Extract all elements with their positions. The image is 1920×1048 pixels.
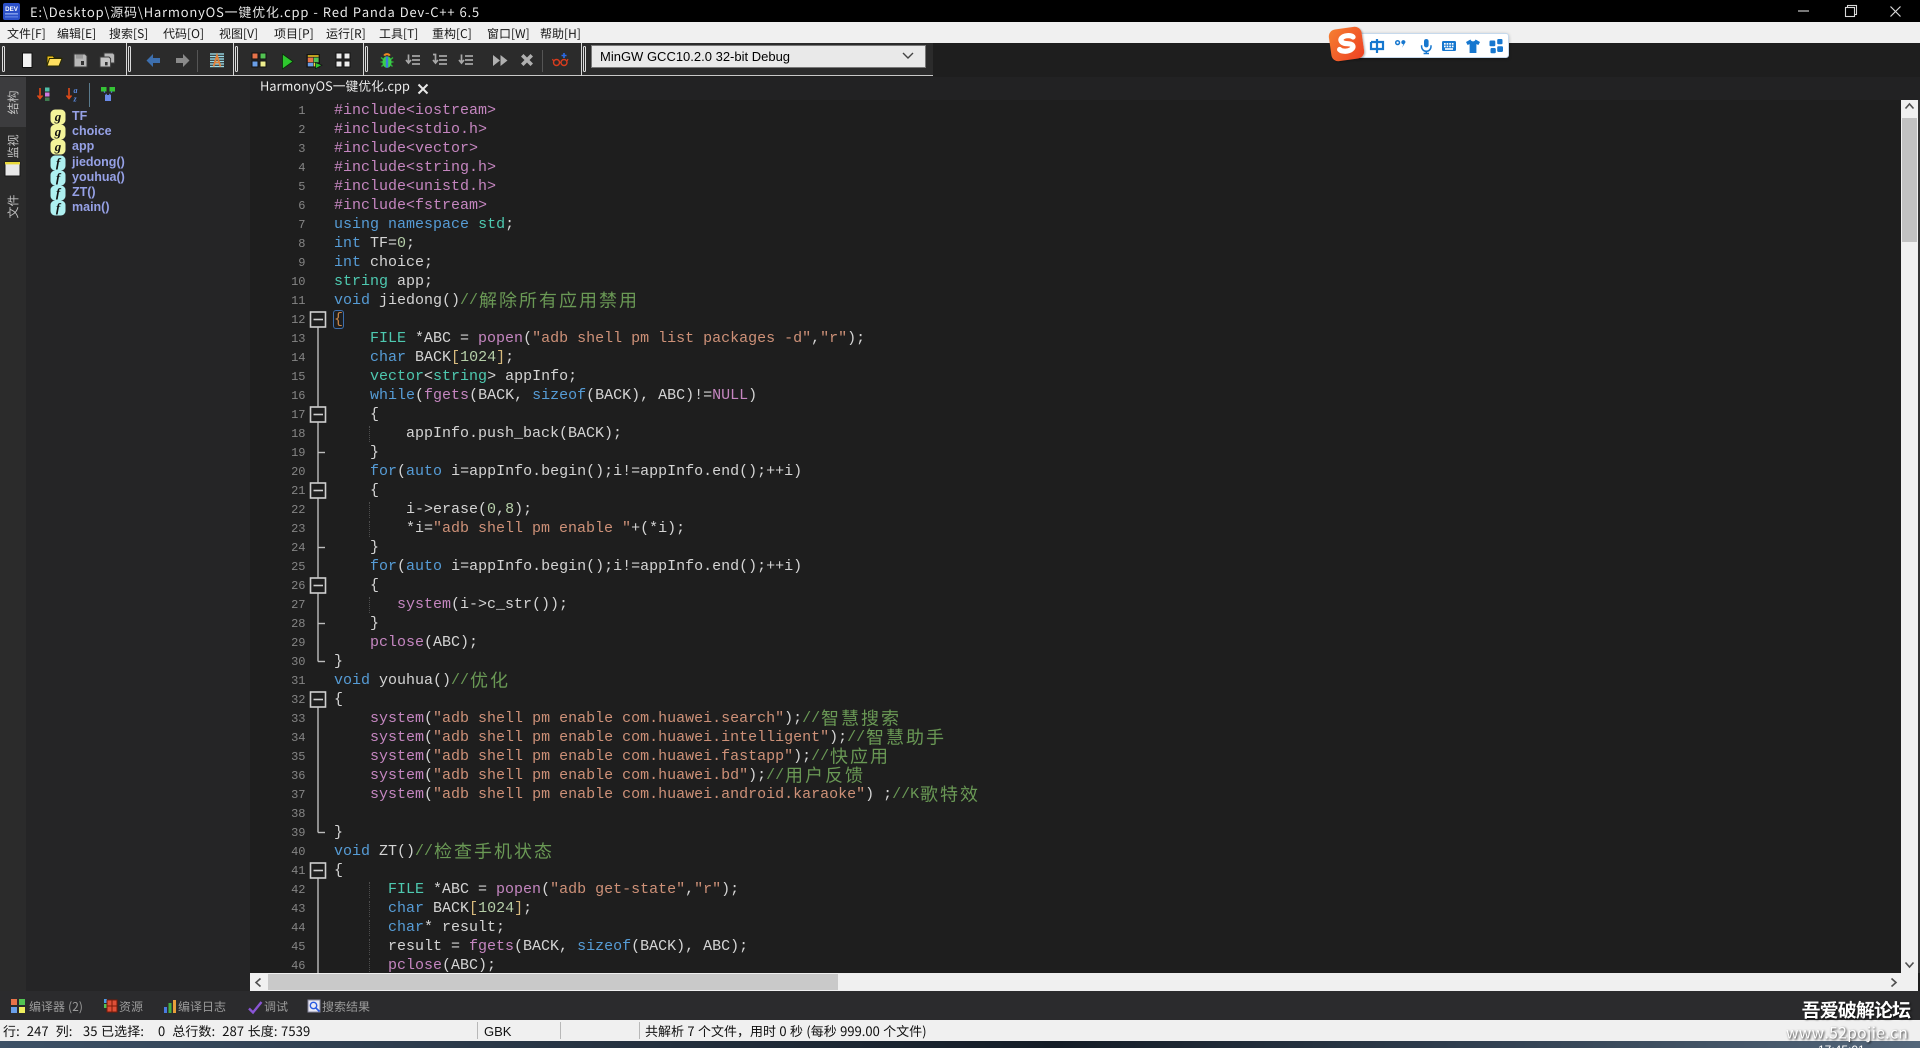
svg-text:g: g [54,139,62,154]
svg-text:DEV: DEV [5,6,19,13]
svg-text:g: g [54,124,62,139]
svg-text:z: z [73,95,78,104]
svg-text:g: g [54,109,62,124]
